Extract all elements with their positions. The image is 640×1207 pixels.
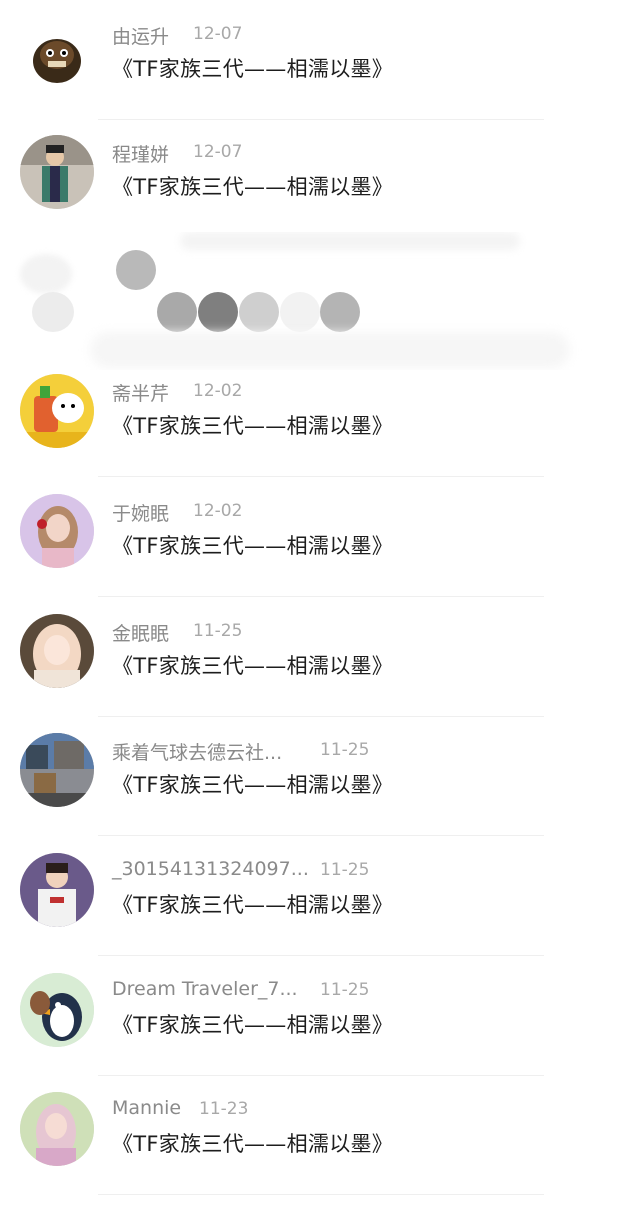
comment-text: 《TF家族三代——相濡以墨》 — [112, 57, 394, 81]
list-item[interactable]: 于婉眠 12-02 《TF家族三代——相濡以墨》 — [0, 477, 640, 597]
redacted-area — [0, 232, 640, 370]
comment-text: 《TF家族三代——相濡以墨》 — [112, 1013, 394, 1037]
comment-date: 11-25 — [320, 860, 370, 880]
person-avatar-icon[interactable] — [20, 135, 94, 209]
street-avatar-icon[interactable] — [20, 733, 94, 807]
girl-avatar-icon[interactable] — [20, 494, 94, 568]
comment-date: 12-02 — [193, 501, 243, 521]
list-item[interactable]: 金眠眠 11-25 《TF家族三代——相濡以墨》 — [0, 597, 640, 717]
penguin-avatar-icon[interactable] — [20, 973, 94, 1047]
comment-text: 《TF家族三代——相濡以墨》 — [112, 893, 394, 917]
comment-text: 《TF家族三代——相濡以墨》 — [112, 1132, 394, 1156]
girl-avatar-icon[interactable] — [20, 1092, 94, 1166]
list-item[interactable]: 斋半芹 12-02 《TF家族三代——相濡以墨》 — [0, 357, 640, 477]
comment-date: 12-07 — [193, 142, 243, 162]
comment-text: 《TF家族三代——相濡以墨》 — [112, 773, 394, 797]
comment-date: 11-23 — [199, 1099, 249, 1119]
list-item[interactable]: _30154131324097... 11-25 《TF家族三代——相濡以墨》 — [0, 836, 640, 956]
cartoon-avatar-icon[interactable] — [20, 374, 94, 448]
person-avatar-icon[interactable] — [20, 853, 94, 927]
list-item[interactable]: 由运升 12-07 《TF家族三代——相濡以墨》 — [0, 0, 640, 120]
list-item[interactable]: 程瑾姘 12-07 《TF家族三代——相濡以墨》 — [0, 118, 640, 238]
user-name[interactable]: _30154131324097... — [112, 858, 309, 880]
user-name[interactable]: 于婉眠 — [112, 499, 169, 526]
list-item[interactable]: Mannie 11-23 《TF家族三代——相濡以墨》 — [0, 1075, 640, 1195]
comment-date: 11-25 — [320, 740, 370, 760]
comment-text: 《TF家族三代——相濡以墨》 — [112, 414, 394, 438]
user-name[interactable]: Dream Traveler_7... — [112, 978, 298, 1000]
user-name[interactable]: 程瑾姘 — [112, 140, 169, 167]
comment-text: 《TF家族三代——相濡以墨》 — [112, 175, 394, 199]
comment-date: 11-25 — [193, 621, 243, 641]
user-name[interactable]: 斋半芹 — [112, 379, 169, 406]
comment-date: 11-25 — [320, 980, 370, 1000]
comment-list: 由运升 12-07 《TF家族三代——相濡以墨》 程瑾姘 12-07 《TF家族… — [0, 0, 640, 1207]
comment-text: 《TF家族三代——相濡以墨》 — [112, 534, 394, 558]
user-name[interactable]: 乘着气球去德云社... — [112, 738, 282, 765]
user-name[interactable]: 金眠眠 — [112, 619, 169, 646]
girl-avatar-icon[interactable] — [20, 614, 94, 688]
monster-avatar-icon[interactable] — [20, 17, 94, 91]
list-item[interactable]: Dream Traveler_7... 11-25 《TF家族三代——相濡以墨》 — [0, 956, 640, 1076]
user-name[interactable]: 由运升 — [112, 22, 169, 49]
comment-date: 12-02 — [193, 381, 243, 401]
divider — [98, 1194, 544, 1195]
comment-text: 《TF家族三代——相濡以墨》 — [112, 654, 394, 678]
user-name[interactable]: Mannie — [112, 1097, 181, 1119]
comment-date: 12-07 — [193, 24, 243, 44]
list-item[interactable]: 乘着气球去德云社... 11-25 《TF家族三代——相濡以墨》 — [0, 716, 640, 836]
